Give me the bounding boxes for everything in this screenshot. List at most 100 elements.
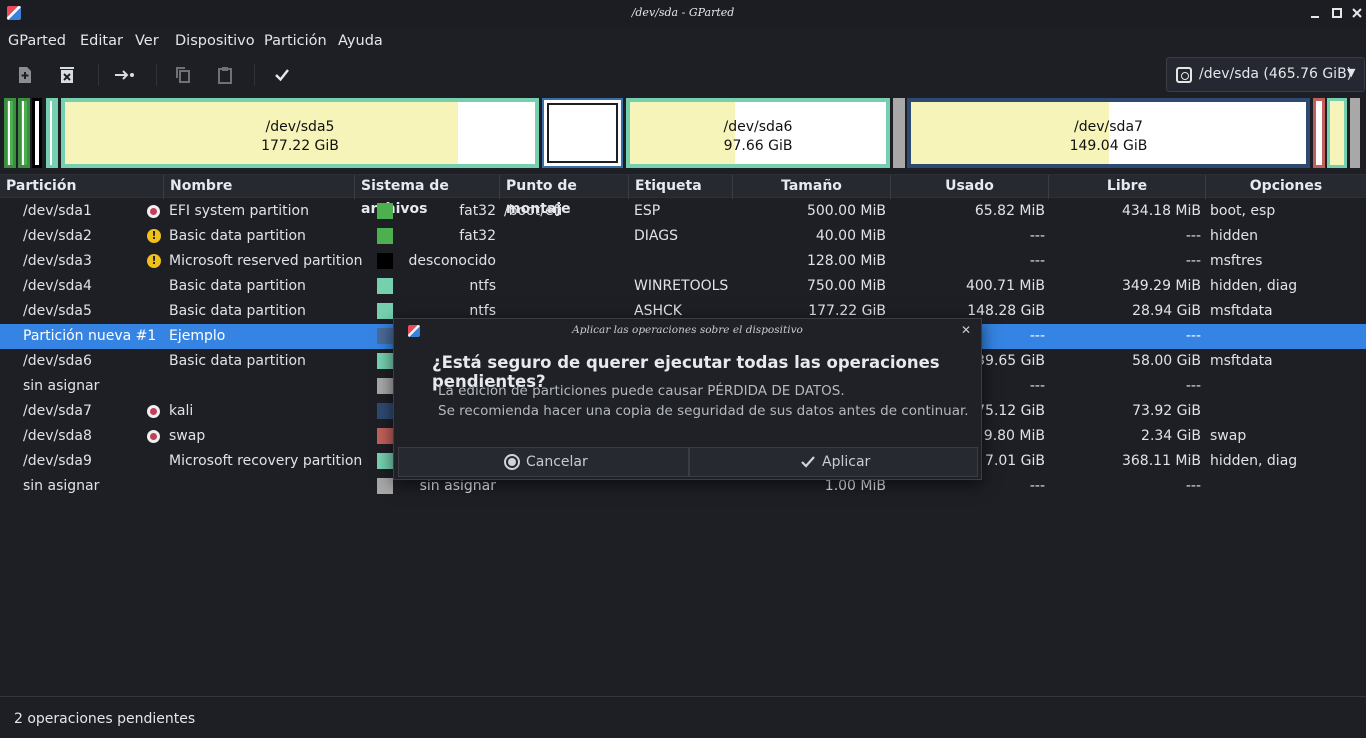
diskmap-sda7-name: /dev/sda7 [1074, 119, 1143, 135]
diskmap-sda4[interactable] [46, 98, 58, 168]
col-tamano[interactable]: Tamaño [733, 175, 891, 199]
paste-icon[interactable] [214, 64, 236, 86]
partition-cell: sin asignar [23, 478, 100, 494]
size-cell: 750.00 MiB [806, 278, 886, 294]
name-cell: swap [169, 428, 206, 444]
filesystem-color-swatch [377, 203, 393, 219]
apply-button[interactable]: Aplicar [689, 447, 978, 477]
diskmap-unallocated[interactable] [893, 98, 905, 168]
dialog-warning-line: La edición de particiones puede causar P… [438, 383, 845, 399]
diskmap-sda9[interactable] [1327, 98, 1347, 168]
used-cell: --- [1029, 478, 1045, 494]
filesystem-color-swatch [377, 328, 393, 344]
device-selector[interactable]: /dev/sda (465.76 GiB) ▼ [1166, 57, 1365, 92]
partition-cell: /dev/sda1 [23, 203, 92, 219]
partition-cell: /dev/sda2 [23, 228, 92, 244]
pending-operations-status: 2 operaciones pendientes [14, 711, 196, 727]
diskmap-sda7[interactable]: /dev/sda7 149.04 GiB [907, 98, 1310, 168]
filesystem-color-swatch [377, 453, 393, 469]
name-cell: EFI system partition [169, 203, 309, 219]
flags-cell: hidden, diag [1210, 278, 1298, 294]
diskmap-sda1[interactable] [4, 98, 16, 168]
label-cell: DIAGS [634, 228, 678, 244]
filesystem-color-swatch [377, 378, 393, 394]
col-particion[interactable]: Partición [0, 175, 164, 199]
filesystem-color-swatch [377, 353, 393, 369]
size-cell: 1.00 MiB [824, 478, 886, 494]
name-cell: Microsoft reserved partition [169, 253, 363, 269]
close-icon[interactable]: ✕ [961, 323, 971, 337]
menu-gparted[interactable]: GParted [8, 33, 66, 49]
diskmap-sda8[interactable] [1313, 98, 1325, 168]
diskmap-sda2[interactable] [18, 98, 30, 168]
col-sistema-archivos[interactable]: Sistema de archivos [355, 175, 500, 217]
new-partition-icon[interactable] [14, 64, 36, 86]
disk-map: /dev/sda5 177.22 GiB /dev/sda6 97.66 GiB… [0, 96, 1366, 170]
status-bar: 2 operaciones pendientes [0, 696, 1366, 738]
maximize-icon[interactable] [1329, 5, 1345, 21]
menu-editar[interactable]: Editar [80, 33, 123, 49]
diskmap-unallocated-end[interactable] [1350, 98, 1360, 168]
toolbar-separator [98, 64, 99, 86]
used-cell: 65.82 MiB [974, 203, 1045, 219]
label-cell: ASHCK [634, 303, 682, 319]
diskmap-sda6-name: /dev/sda6 [723, 119, 793, 135]
flags-cell: hidden, diag [1210, 453, 1298, 469]
partition-cell: /dev/sda3 [23, 253, 92, 269]
free-cell: 349.29 MiB [1121, 278, 1201, 294]
apply-icon[interactable] [271, 64, 293, 86]
filesystem-cell: sin asignar [419, 478, 496, 494]
free-cell: 368.11 MiB [1121, 453, 1201, 469]
resize-move-icon[interactable] [114, 64, 136, 86]
menu-dispositivo[interactable]: Dispositivo [175, 33, 255, 49]
col-punto-montaje[interactable]: Punto de montaje [500, 175, 629, 217]
dialog-button-bar: Cancelar Aplicar [398, 447, 978, 477]
free-cell: --- [1185, 378, 1201, 394]
cancel-button[interactable]: Cancelar [398, 447, 689, 477]
used-cell: 148.28 GiB [967, 303, 1045, 319]
diskmap-sda7-size: 149.04 GiB [1069, 138, 1148, 154]
size-cell: 177.22 GiB [808, 303, 886, 319]
toolbar-separator [254, 64, 255, 86]
free-cell: --- [1185, 228, 1201, 244]
menu-particion[interactable]: Partición [264, 33, 327, 49]
filesystem-color-swatch [377, 278, 393, 294]
diskmap-sda3[interactable] [32, 98, 42, 168]
menu-ayuda[interactable]: Ayuda [338, 33, 383, 49]
flags-cell: swap [1210, 428, 1247, 444]
col-etiqueta[interactable]: Etiqueta [629, 175, 733, 199]
partition-cell: /dev/sda7 [23, 403, 92, 419]
delete-partition-icon[interactable] [56, 64, 78, 86]
filesystem-cell: fat32 [459, 228, 496, 244]
minimize-icon[interactable] [1307, 5, 1323, 21]
name-cell: Basic data partition [169, 228, 306, 244]
table-row[interactable]: /dev/sda2 Basic data partition fat32 DIAGS 4… [0, 224, 1366, 249]
col-opciones[interactable]: Opciones [1206, 175, 1366, 199]
disk-icon [1176, 67, 1192, 83]
chevron-down-icon: ▼ [1347, 66, 1356, 79]
diskmap-sda5-name: /dev/sda5 [265, 119, 335, 135]
dialog-advice-line: Se recomienda hacer una copia de segurid… [438, 403, 969, 419]
apply-button-label: Aplicar [822, 454, 871, 470]
copy-icon[interactable] [172, 64, 194, 86]
free-cell: 434.18 MiB [1121, 203, 1201, 219]
table-row[interactable]: /dev/sda1 EFI system partition fat32/boot/… [0, 199, 1366, 224]
warning-icon: ! [147, 229, 161, 243]
menu-ver[interactable]: Ver [135, 33, 159, 49]
free-cell: 28.94 GiB [1132, 303, 1201, 319]
diskmap-sda6-size: 97.66 GiB [723, 138, 793, 154]
col-usado[interactable]: Usado [891, 175, 1049, 199]
used-cell: --- [1029, 228, 1045, 244]
used-cell: --- [1029, 253, 1045, 269]
close-icon[interactable] [1349, 5, 1365, 21]
table-row[interactable]: /dev/sda3 Microsoft reserved partition des… [0, 249, 1366, 274]
diskmap-sda6[interactable]: /dev/sda6 97.66 GiB [626, 98, 890, 168]
col-nombre[interactable]: Nombre [164, 175, 355, 199]
col-libre[interactable]: Libre [1049, 175, 1206, 199]
dialog-title: Aplicar las operaciones sobre el disposi… [572, 324, 803, 336]
apply-confirmation-dialog: Aplicar las operaciones sobre el disposi… [393, 318, 982, 480]
diskmap-sda5[interactable]: /dev/sda5 177.22 GiB [61, 98, 539, 168]
table-row[interactable]: /dev/sda4 Basic data partition ntfs WINRETO… [0, 274, 1366, 299]
diskmap-new-partition[interactable] [542, 98, 623, 168]
partition-cell: /dev/sda8 [23, 428, 92, 444]
